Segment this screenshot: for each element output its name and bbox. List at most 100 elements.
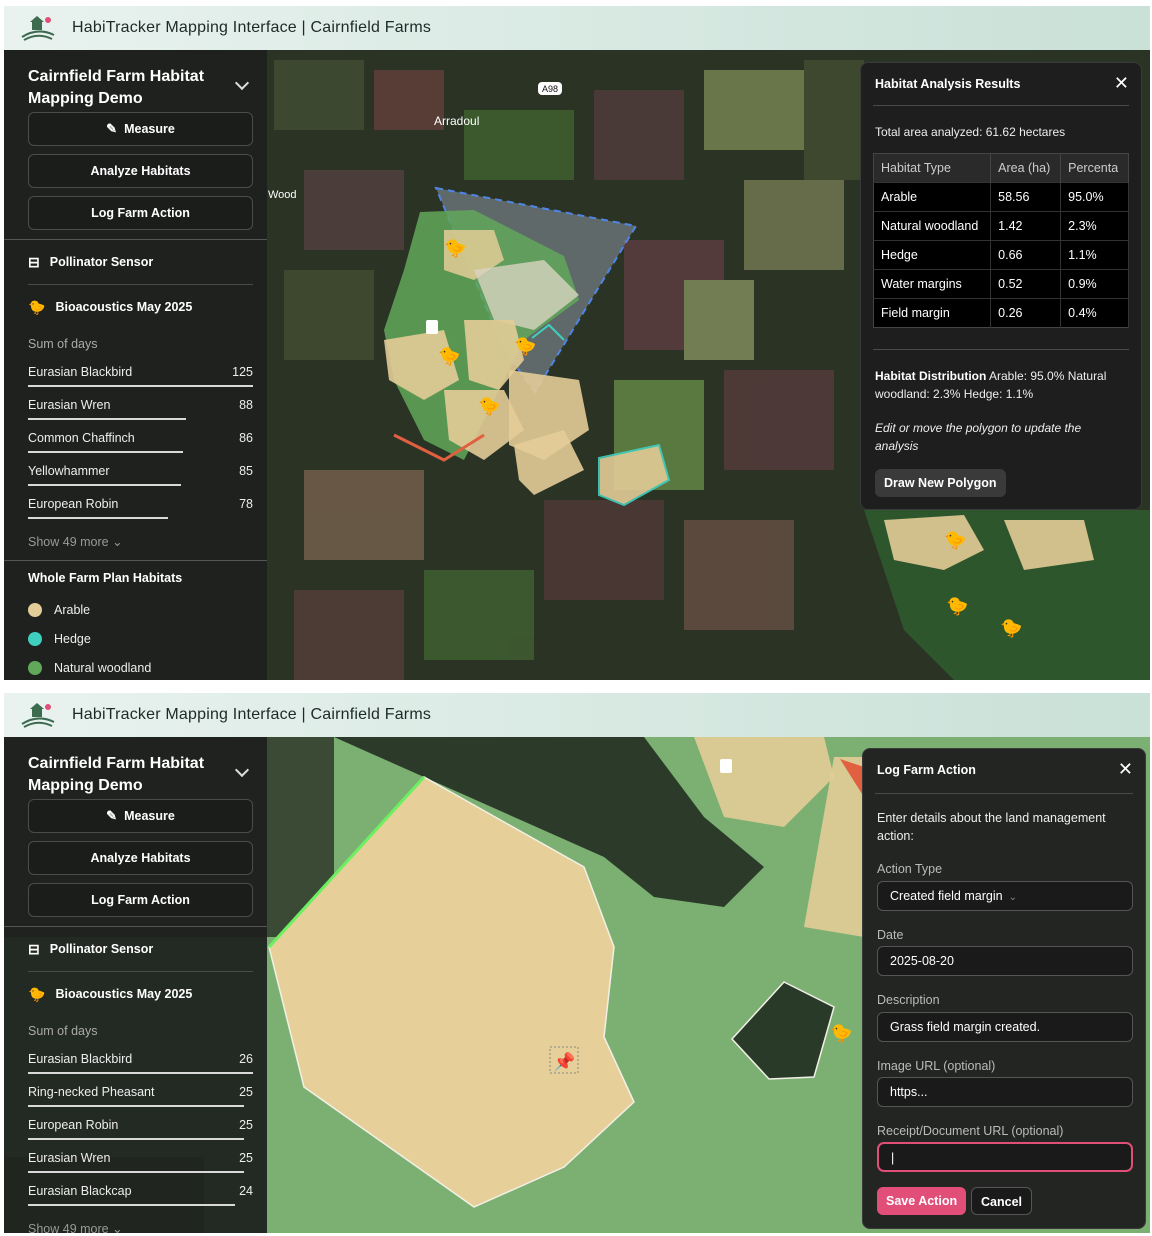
description-field[interactable]: Grass field margin created. (877, 1012, 1133, 1042)
bird-icon[interactable]: 🐤 (514, 336, 536, 357)
receipt-url-field[interactable]: | (877, 1142, 1133, 1172)
table-header[interactable]: Area (ha) (990, 153, 1062, 183)
date-field[interactable]: 2025-08-20 (877, 946, 1133, 976)
sidebar: Cairnfield Farm Habitat Mapping Demo ✎ Me… (4, 50, 267, 680)
legend-label: Arable (54, 602, 91, 617)
species-bar (28, 517, 168, 519)
table-header[interactable]: Percenta (1060, 153, 1129, 183)
species-row: Eurasian Blackcap 24 (4, 1178, 267, 1211)
screenshot-analysis-view: HabiTracker Mapping Interface | Cairnfie… (4, 6, 1150, 680)
species-name: European Robin (28, 497, 119, 511)
title-bar: HabiTracker Mapping Interface | Cairnfie… (4, 693, 1150, 737)
species-name: Common Chaffinch (28, 431, 135, 445)
legend-item[interactable]: Natural woodland (4, 653, 267, 680)
log-farm-action-button[interactable]: Log Farm Action (28, 883, 253, 917)
species-bar (28, 1204, 235, 1206)
map-wood-label: Wood (268, 189, 297, 201)
species-row: Eurasian Blackbird 26 (4, 1046, 267, 1079)
action-type-select[interactable]: Created field margin ⌄ (877, 881, 1133, 911)
table-cell: 0.66 (990, 240, 1062, 270)
close-icon[interactable]: ✕ (1118, 759, 1133, 779)
close-icon[interactable]: ✕ (1114, 73, 1129, 93)
legend-label: Natural woodland (54, 660, 152, 675)
species-bar (28, 418, 186, 420)
bird-icon[interactable]: 🐤 (1000, 618, 1022, 639)
measure-button[interactable]: ✎ Measure (28, 799, 253, 833)
pollinator-sensor-header[interactable]: ⊟ Pollinator Sensor (4, 927, 267, 971)
image-url-field[interactable]: https... (877, 1077, 1133, 1107)
screenshot-log-action-view: HabiTracker Mapping Interface | Cairnfie… (4, 693, 1150, 1233)
table-cell: 1.42 (990, 211, 1062, 241)
table-header[interactable]: Habitat Type (873, 153, 992, 183)
intro-text: Enter details about the land management … (877, 811, 1106, 843)
bird-icon[interactable]: 🐤 (830, 1023, 852, 1044)
table-cell: 1.1% (1060, 240, 1129, 270)
species-value: 25 (239, 1151, 253, 1165)
species-name: Eurasian Blackcap (28, 1184, 132, 1198)
species-row: Eurasian Blackbird 125 (4, 359, 267, 392)
sensor-marker-icon[interactable] (720, 759, 732, 773)
table-cell: Water margins (873, 269, 992, 299)
table-cell: 0.52 (990, 269, 1062, 299)
sensor-icon: ⊟ (28, 253, 40, 270)
table-cell: 2.3% (1060, 211, 1129, 241)
bird-icon[interactable]: 🐤 (946, 596, 968, 617)
pushpin-icon[interactable]: 📌 (553, 1051, 575, 1073)
show-more-link[interactable]: Show 49 more ⌄ (4, 1211, 267, 1233)
analyze-habitats-button[interactable]: Analyze Habitats (28, 841, 253, 875)
species-value: 85 (239, 464, 253, 478)
sensor-marker-icon[interactable] (426, 320, 438, 334)
bird-icon[interactable]: 🐤 (478, 396, 500, 417)
panel-title: Habitat Analysis Results (875, 77, 1021, 91)
bioacoustics-header[interactable]: 🐤 Bioacoustics May 2025 (4, 285, 267, 329)
species-value: 25 (239, 1118, 253, 1132)
species-name: Eurasian Blackbird (28, 1052, 133, 1066)
measure-button[interactable]: ✎ Measure (28, 112, 253, 146)
map-road-label: A98 (542, 84, 558, 94)
legend-item[interactable]: Arable (4, 595, 267, 624)
species-name: Eurasian Blackbird (28, 365, 133, 379)
species-row: Common Chaffinch 86 (4, 425, 267, 458)
species-bar (28, 1171, 244, 1173)
species-value: 125 (232, 365, 253, 379)
distribution-text: Habitat Distribution Arable: 95.0% Natur… (875, 369, 1107, 401)
show-more-link[interactable]: Show 49 more ⌄ (4, 524, 267, 560)
table-row: Natural woodland 1.42 2.3% (873, 211, 1129, 241)
habitat-table: Habitat Type Area (ha) Percenta Arable 58.5… (873, 153, 1129, 328)
sensor-icon: ⊟ (28, 940, 40, 957)
bird-icon[interactable]: 🐤 (944, 530, 966, 551)
sum-of-days-label: Sum of days (28, 337, 98, 351)
chevron-down-icon[interactable] (234, 762, 250, 778)
bird-icon[interactable]: 🐤 (438, 346, 460, 367)
log-farm-action-button[interactable]: Log Farm Action (28, 196, 253, 230)
date-label: Date (877, 928, 904, 942)
save-action-button[interactable]: Save Action (877, 1187, 967, 1215)
species-value: 25 (239, 1085, 253, 1099)
chevron-down-icon: ⌄ (1008, 892, 1017, 903)
sidebar-title: Cairnfield Farm Habitat Mapping Demo (28, 755, 205, 794)
chevron-down-icon[interactable] (234, 75, 250, 91)
analyze-habitats-button[interactable]: Analyze Habitats (28, 154, 253, 188)
legend-item[interactable]: Hedge (4, 624, 267, 653)
species-row: Ring-necked Pheasant 25 (4, 1079, 267, 1112)
draw-new-polygon-button[interactable]: Draw New Polygon (875, 469, 1006, 497)
bird-icon[interactable]: 🐤 (444, 238, 466, 259)
sum-of-days-label: Sum of days (28, 1024, 98, 1038)
table-cell: Hedge (873, 240, 992, 270)
table-cell: 0.9% (1060, 269, 1129, 299)
species-bar (28, 385, 253, 387)
species-bar (28, 484, 181, 486)
legend-label: Hedge (54, 631, 91, 646)
table-cell: 95.0% (1060, 182, 1129, 212)
table-cell: Field margin (873, 298, 992, 328)
species-value: 78 (239, 497, 253, 511)
receipt-url-label: Receipt/Document URL (optional) (877, 1124, 1064, 1138)
bird-icon: 🐤 (28, 985, 46, 1002)
bioacoustics-header[interactable]: 🐤 Bioacoustics May 2025 (4, 972, 267, 1016)
pollinator-sensor-header[interactable]: ⊟ Pollinator Sensor (4, 240, 267, 284)
table-cell: 0.4% (1060, 298, 1129, 328)
cancel-button[interactable]: Cancel (971, 1187, 1032, 1215)
species-name: Eurasian Wren (28, 1151, 111, 1165)
ruler-icon: ✎ (106, 808, 118, 823)
map-village-label: Arradoul (434, 114, 479, 128)
